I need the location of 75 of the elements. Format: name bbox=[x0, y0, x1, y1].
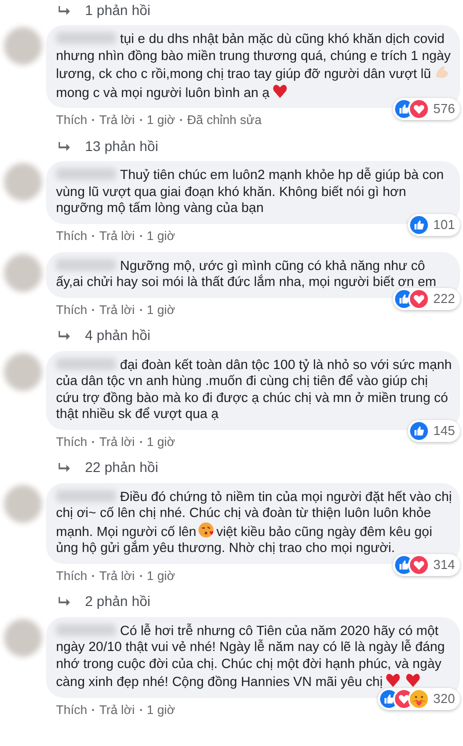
action-link[interactable]: Thích bbox=[56, 228, 88, 244]
blurred-name bbox=[56, 490, 116, 502]
kissing-face-icon bbox=[198, 522, 214, 538]
reaction-count: 314 bbox=[433, 556, 455, 574]
comment-meta: 1 giờ bbox=[146, 434, 176, 450]
heart-reaction-icon bbox=[410, 556, 428, 574]
comment-meta: 1 giờ bbox=[146, 302, 176, 318]
heart-reaction-icon bbox=[410, 290, 428, 308]
action-link[interactable]: Thích bbox=[56, 302, 88, 318]
avatar[interactable] bbox=[4, 27, 42, 65]
reaction-badge[interactable]: 145 bbox=[408, 420, 460, 442]
blurred-name bbox=[56, 624, 116, 636]
action-link[interactable]: Trả lời bbox=[99, 434, 135, 450]
reply-arrow-icon bbox=[58, 463, 71, 472]
comment-text: Ngưỡng mộ, ước gì mình cũng có khả năng như cô ấy,ai chửi hay soi mói là thất đức lắm nha, mọi người biết ơn em bbox=[56, 258, 438, 290]
action-link[interactable]: Trả lời bbox=[99, 228, 135, 244]
avatar[interactable] bbox=[4, 618, 42, 656]
comment-text: tụi e du dhs nhật bản mặc dù cũng khó khăn dịch covid nhưng nhìn đồng bào miền trung thương quá, chúng e trích 1 ngày lương, ck cho c rồi,mong chị trao tay giúp đỡ người dân vượt lũ mong c và mọi người luôn bình an ạ bbox=[56, 31, 452, 101]
action-link[interactable]: Trả lời bbox=[99, 112, 135, 128]
thumbs-up-icon bbox=[410, 216, 428, 234]
reaction-badge[interactable]: 314 bbox=[393, 554, 460, 576]
thumbs-up-icon bbox=[395, 290, 414, 308]
comment-meta: 1 giờ bbox=[146, 702, 176, 718]
reply-arrow-icon bbox=[58, 6, 71, 14]
action-link[interactable]: Thích bbox=[56, 434, 88, 450]
heart-icon bbox=[384, 672, 401, 688]
heart-reaction-icon bbox=[395, 690, 414, 708]
comment-text: Thuỷ tiên chúc em luôn2 mạnh khỏe hp dễ giúp bà con vùng lũ vượt qua giai đoạn khó khăn. Không biết nói gì hơn ngưỡng mộ tấm lòng vàng của bạn bbox=[56, 167, 445, 216]
comment-text: đại đoàn kết toàn dân tộc 100 tỷ là nhỏ so với sức mạnh của dân tộc vn anh hùng .muốn đi cùng chị tiên để vào giúp chị cứu trợ đồng bào mà ko đi được ạ chúc chị và mn ở miền trung có thật nhiều sk để vượt qua ạ bbox=[56, 356, 453, 422]
view-replies-link[interactable]: 4 phản hồi bbox=[85, 325, 150, 346]
reaction-badge[interactable]: 576 bbox=[393, 98, 460, 120]
comment-text: Có lễ hơi trễ nhưng cô Tiên của năm 2020 hãy có một ngày 20/10 thật vui vẻ nhé! Ngày lễ năm nay có lẽ là ngày lễ đáng nhớ trong cuộc đời của chị. Chúc chị một đời hạnh phúc, và ngày càng xinh đẹp nhé! Cộng đồng Hannies VN mãi yêu chị bbox=[56, 622, 446, 690]
view-replies-link[interactable]: 2 phản hồi bbox=[85, 591, 150, 612]
blurred-name bbox=[56, 32, 116, 44]
blurred-name bbox=[56, 258, 116, 270]
reaction-count: 222 bbox=[433, 290, 455, 308]
reply-arrow-icon bbox=[58, 597, 71, 606]
thumbs-up-icon bbox=[395, 100, 414, 118]
view-replies-link[interactable]: 1 phản hồi bbox=[85, 0, 150, 20]
action-link[interactable]: Thích bbox=[56, 702, 88, 718]
thumbs-up-icon bbox=[410, 422, 428, 440]
avatar[interactable] bbox=[4, 352, 42, 390]
avatar[interactable] bbox=[4, 163, 42, 201]
comment-meta: 1 giờ bbox=[146, 228, 176, 244]
view-replies-link[interactable]: 13 phản hồi bbox=[85, 136, 158, 156]
comment-meta: Đã chỉnh sửa bbox=[187, 112, 262, 128]
action-link[interactable]: Trả lời bbox=[99, 568, 135, 584]
action-link[interactable]: Trả lời bbox=[99, 702, 135, 718]
reaction-count: 576 bbox=[433, 100, 455, 118]
reaction-badge[interactable]: 222 bbox=[393, 288, 460, 310]
flexed-arm-icon bbox=[434, 64, 450, 80]
comment-meta: 1 giờ bbox=[146, 112, 176, 128]
comment-meta: 1 giờ bbox=[146, 568, 176, 584]
reaction-badge[interactable]: 101 bbox=[408, 214, 460, 236]
blurred-name bbox=[56, 358, 116, 370]
action-link[interactable]: Thích bbox=[56, 568, 88, 584]
heart-icon bbox=[404, 672, 421, 688]
reaction-count: 145 bbox=[433, 422, 455, 440]
reaction-count: 101 bbox=[433, 216, 455, 234]
avatar[interactable] bbox=[4, 484, 42, 522]
heart-icon bbox=[272, 82, 288, 98]
hugging-face-icon bbox=[410, 690, 428, 708]
avatar[interactable] bbox=[4, 254, 42, 292]
heart-reaction-icon bbox=[410, 100, 428, 118]
view-replies-link[interactable]: 22 phản hồi bbox=[85, 457, 158, 478]
reaction-badge[interactable]: 320 bbox=[378, 688, 460, 710]
blurred-name bbox=[56, 168, 116, 180]
action-link[interactable]: Thích bbox=[56, 112, 88, 128]
comment-text: Điều đó chứng tỏ niềm tin của mọi người đặt hết vào chị chị ơi~ cố lên chị nhé. Chúc chị và đoàn từ thiện luôn luôn khỏe mạnh. Mọi người cố lên việt kiều bảo cũng ngày đêm kêu gọi ủng hộ gửi gắm yêu thương. Nhờ chị trao cho mọi người. bbox=[56, 488, 453, 556]
reply-arrow-icon bbox=[58, 331, 71, 340]
thumbs-up-icon bbox=[380, 690, 398, 708]
reply-arrow-icon bbox=[58, 142, 71, 150]
reaction-count: 320 bbox=[433, 690, 455, 708]
thumbs-up-icon bbox=[395, 556, 414, 574]
action-link[interactable]: Trả lời bbox=[99, 302, 135, 318]
